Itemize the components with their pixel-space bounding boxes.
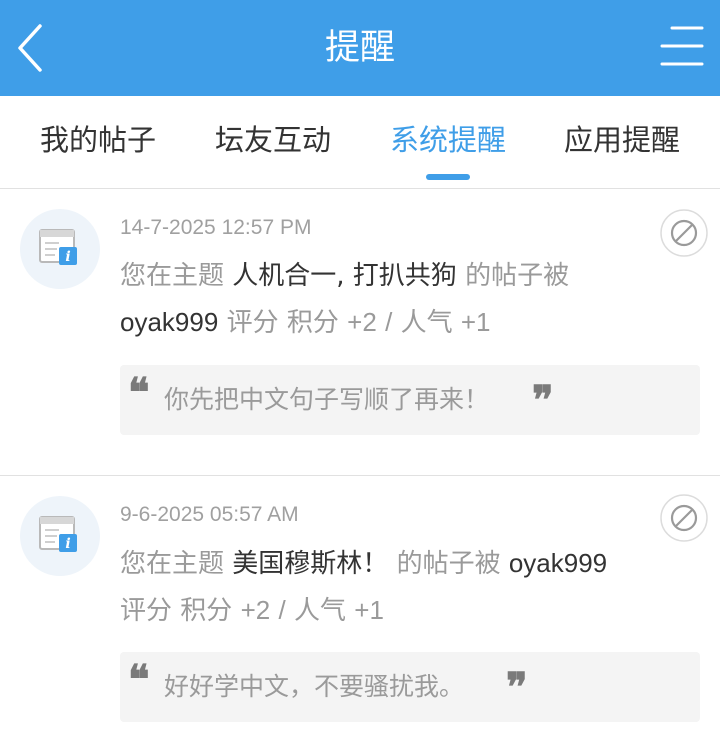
notice-prefix-text: 您在主题 xyxy=(120,261,225,291)
popularity-label: 人气 xyxy=(293,596,346,626)
action-text: 评分 xyxy=(120,596,173,626)
svg-text:i: i xyxy=(65,249,70,265)
score-value: +2 xyxy=(240,595,271,625)
open-quote-icon: ❝ xyxy=(128,656,150,703)
notice-avatar: i xyxy=(20,209,100,289)
app-header: 提醒 xyxy=(0,0,720,96)
topic-link[interactable]: 美国穆斯林！ xyxy=(232,549,388,579)
user-link[interactable]: oyak999 xyxy=(120,307,218,337)
notice-message: 您在主题 美国穆斯林！ 的帖子被 oyak999 评分 积分 +2 / 人气 +… xyxy=(120,540,640,634)
close-quote-icon: ❞ xyxy=(532,377,554,424)
notice-timestamp: 9-6-2025 05:57 AM xyxy=(120,503,299,526)
tab-forum-interaction[interactable]: 坛友互动 xyxy=(193,96,353,188)
svg-text:i: i xyxy=(65,536,70,552)
tab-my-posts[interactable]: 我的帖子 xyxy=(18,96,178,188)
menu-icon xyxy=(660,26,704,66)
score-value: +2 xyxy=(347,307,377,337)
score-label: 积分 xyxy=(180,596,233,626)
tab-bar: 我的帖子 坛友互动 系统提醒 应用提醒 xyxy=(0,96,720,189)
score-label: 积分 xyxy=(286,308,339,338)
popularity-label: 人气 xyxy=(400,308,453,338)
delete-button[interactable] xyxy=(660,209,708,257)
quote-text: 你先把中文句子写顺了再来！ xyxy=(164,385,490,414)
menu-button[interactable] xyxy=(658,22,706,70)
close-quote-icon: ❞ xyxy=(506,664,528,711)
notice-message: 您在主题 人机合一, 打扒共狗 的帖子被 oyak999 评分 积分 +2 / … xyxy=(120,253,640,346)
notice-prefix-text: 您在主题 xyxy=(120,549,225,579)
popularity-value: +1 xyxy=(460,307,491,337)
page-title: 提醒 xyxy=(324,28,395,68)
rating-comment-quote: ❝ 好好学中文，不要骚扰我。 ❞ xyxy=(120,652,700,722)
rating-comment-quote: ❝ 你先把中文句子写顺了再来！ ❞ xyxy=(120,365,700,435)
notice-middle-text: 的帖子被 xyxy=(465,261,570,291)
quote-text: 好好学中文，不要骚扰我。 xyxy=(164,672,465,701)
tab-app-notices[interactable]: 应用提醒 xyxy=(542,96,702,188)
info-window-icon: i xyxy=(39,229,77,265)
notice-middle-text: 的帖子被 xyxy=(396,549,501,579)
notice-timestamp: 14-7-2025 12:57 PM xyxy=(120,216,312,239)
user-link[interactable]: oyak999 xyxy=(509,548,607,578)
action-text: 评分 xyxy=(226,308,279,338)
active-tab-indicator xyxy=(426,174,470,180)
notice-item: i 14-7-2025 12:57 PM 您在主题 人机合一, 打扒共狗 的帖子… xyxy=(0,189,720,475)
open-quote-icon: ❝ xyxy=(128,369,150,416)
info-window-icon: i xyxy=(39,516,77,552)
popularity-value: +1 xyxy=(354,595,384,625)
notice-avatar: i xyxy=(20,496,100,576)
topic-link[interactable]: 人机合一, 打扒共狗 xyxy=(232,261,457,291)
separator-text: / xyxy=(385,307,393,337)
notice-item: i 9-6-2025 05:57 AM 您在主题 美国穆斯林！ 的帖子被 oya… xyxy=(0,476,720,737)
block-icon xyxy=(660,494,708,542)
block-icon xyxy=(660,209,708,257)
separator-text: / xyxy=(278,595,286,625)
delete-button[interactable] xyxy=(660,494,708,542)
